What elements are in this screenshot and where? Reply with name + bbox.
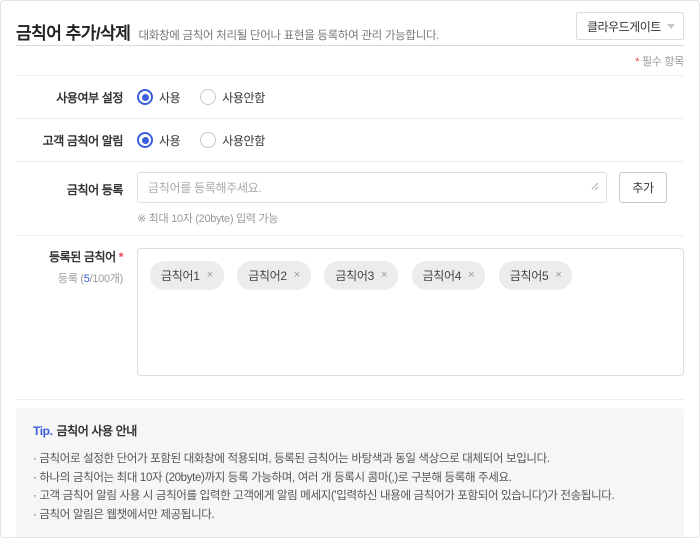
usage-radio-off-label: 사용안함 xyxy=(222,90,265,105)
customer-alert-radio-off-label: 사용안함 xyxy=(222,133,265,148)
tip-line: · 금칙어로 설정한 단어가 포함된 대화창에 적용되며, 등록된 금칙어는 바… xyxy=(33,453,550,465)
chevron-down-icon xyxy=(667,23,675,29)
channel-select-value: 클라우드게이트 xyxy=(587,19,661,34)
word-register-row: 금칙어 등록 추가 ※ 최대 10자 (20byte) 입력 가능 xyxy=(16,162,684,235)
tip-line: · 금칙어 알림은 웹챗에서만 제공됩니다. xyxy=(33,508,215,521)
registered-words-label-text: 등록된 금칙어 xyxy=(49,250,116,264)
word-tag-label: 금칙어5 xyxy=(509,269,549,283)
page-header: 금칙어 추가/삭제 대화창에 금칙어 처리될 단어나 표현을 등록하여 관리 가… xyxy=(16,1,684,45)
usage-radio-off[interactable]: 사용안함 xyxy=(200,89,265,106)
registered-words-count: 등록 (5/100개) xyxy=(16,270,123,286)
tip-line: · 하나의 금칙어는 최대 10자 (20byte)까지 등록 가능하며, 여러… xyxy=(33,471,512,484)
radio-unselected-icon[interactable] xyxy=(200,89,217,105)
tip-line: · 고객 금칙어 알림 사용 시 금칙어를 입력한 고객에게 알림 메세지('입… xyxy=(33,490,615,503)
word-input-wrap xyxy=(137,172,607,203)
count-suffix: /100개) xyxy=(89,273,124,285)
customer-alert-radio-on[interactable]: 사용 xyxy=(137,132,181,149)
customer-alert-radio-off[interactable]: 사용안함 xyxy=(200,132,265,149)
divider xyxy=(16,399,684,400)
page-title: 금칙어 추가/삭제 xyxy=(16,24,131,43)
word-tag: 금칙어3 × xyxy=(324,261,399,290)
radio-unselected-icon[interactable] xyxy=(200,132,217,148)
usage-radio-group: 사용 사용안함 xyxy=(137,89,285,106)
tip-title-text: 금칙어 사용 안내 xyxy=(56,424,138,438)
required-note-text: 필수 항목 xyxy=(641,56,684,68)
customer-alert-radio-on-label: 사용 xyxy=(159,133,181,148)
word-register-input-line: 추가 xyxy=(137,172,684,203)
remove-tag-icon[interactable]: × xyxy=(468,270,474,281)
page-description: 대화창에 금칙어 처리될 단어나 표현을 등록하여 관리 가능합니다. xyxy=(138,30,440,42)
customer-alert-radio-group: 사용 사용안함 xyxy=(137,132,285,149)
required-note: * 필수 항목 xyxy=(16,46,684,75)
word-register-label: 금칙어 등록 xyxy=(66,183,124,197)
forbidden-words-settings-page: 금칙어 추가/삭제 대화창에 금칙어 처리될 단어나 표현을 등록하여 관리 가… xyxy=(0,0,700,538)
radio-selected-icon[interactable] xyxy=(137,89,153,105)
word-tag-label: 금칙어4 xyxy=(422,269,462,283)
remove-tag-icon[interactable]: × xyxy=(294,270,300,281)
registered-words-row: 등록된 금칙어 * 등록 (5/100개) 금칙어1 × 금칙어2 × 금칙어3… xyxy=(16,236,684,391)
add-word-button[interactable]: 추가 xyxy=(619,172,667,203)
radio-selected-icon[interactable] xyxy=(137,132,153,148)
tip-prefix: Tip. xyxy=(33,424,53,438)
remove-tag-icon[interactable]: × xyxy=(207,270,213,281)
page-header-titles: 금칙어 추가/삭제 대화창에 금칙어 처리될 단어나 표현을 등록하여 관리 가… xyxy=(16,12,439,44)
word-input-helper: ※ 최대 10자 (20byte) 입력 가능 xyxy=(137,213,279,225)
usage-radio-on-label: 사용 xyxy=(159,90,181,105)
tip-box: Tip. 금칙어 사용 안내 · 금칙어로 설정한 단어가 포함된 대화창에 적용… xyxy=(16,408,684,537)
usage-radio-on[interactable]: 사용 xyxy=(137,89,181,106)
registered-words-label: 등록된 금칙어 * xyxy=(16,248,123,265)
registered-words-box: 금칙어1 × 금칙어2 × 금칙어3 × 금칙어4 × 금칙어5 × xyxy=(137,248,684,376)
usage-setting-row: 사용여부 설정 사용 사용안함 xyxy=(16,76,684,118)
word-tag: 금칙어2 × xyxy=(237,261,311,290)
count-prefix: 등록 ( xyxy=(58,273,84,285)
registered-words-label-block: 등록된 금칙어 * 등록 (5/100개) xyxy=(16,248,123,376)
required-asterisk: * xyxy=(635,56,640,68)
remove-tag-icon[interactable]: × xyxy=(381,270,387,281)
word-tag: 금칙어5 × xyxy=(498,261,573,290)
word-register-main: 추가 ※ 최대 10자 (20byte) 입력 가능 xyxy=(137,172,684,226)
tip-title: Tip. 금칙어 사용 안내 xyxy=(33,422,667,439)
word-tag-label: 금칙어1 xyxy=(161,269,200,283)
tip-section: Tip. 금칙어 사용 안내 · 금칙어로 설정한 단어가 포함된 대화창에 적용… xyxy=(16,399,684,537)
required-asterisk: * xyxy=(118,250,124,264)
resize-handle-icon xyxy=(590,182,599,191)
word-tag-label: 금칙어2 xyxy=(248,269,287,283)
remove-tag-icon[interactable]: × xyxy=(555,270,561,281)
customer-alert-row: 고객 금칙어 알림 사용 사용안함 xyxy=(16,119,684,161)
customer-alert-label: 고객 금칙어 알림 xyxy=(42,134,124,148)
usage-setting-label: 사용여부 설정 xyxy=(56,91,123,105)
channel-select[interactable]: 클라우드게이트 xyxy=(576,12,684,40)
word-tag: 금칙어4 × xyxy=(411,261,486,290)
tip-lines: · 금칙어로 설정한 단어가 포함된 대화창에 적용되며, 등록된 금칙어는 바… xyxy=(33,450,667,525)
word-input[interactable] xyxy=(137,172,607,203)
word-tag-label: 금칙어3 xyxy=(335,269,374,283)
word-tag: 금칙어1 × xyxy=(150,261,224,290)
